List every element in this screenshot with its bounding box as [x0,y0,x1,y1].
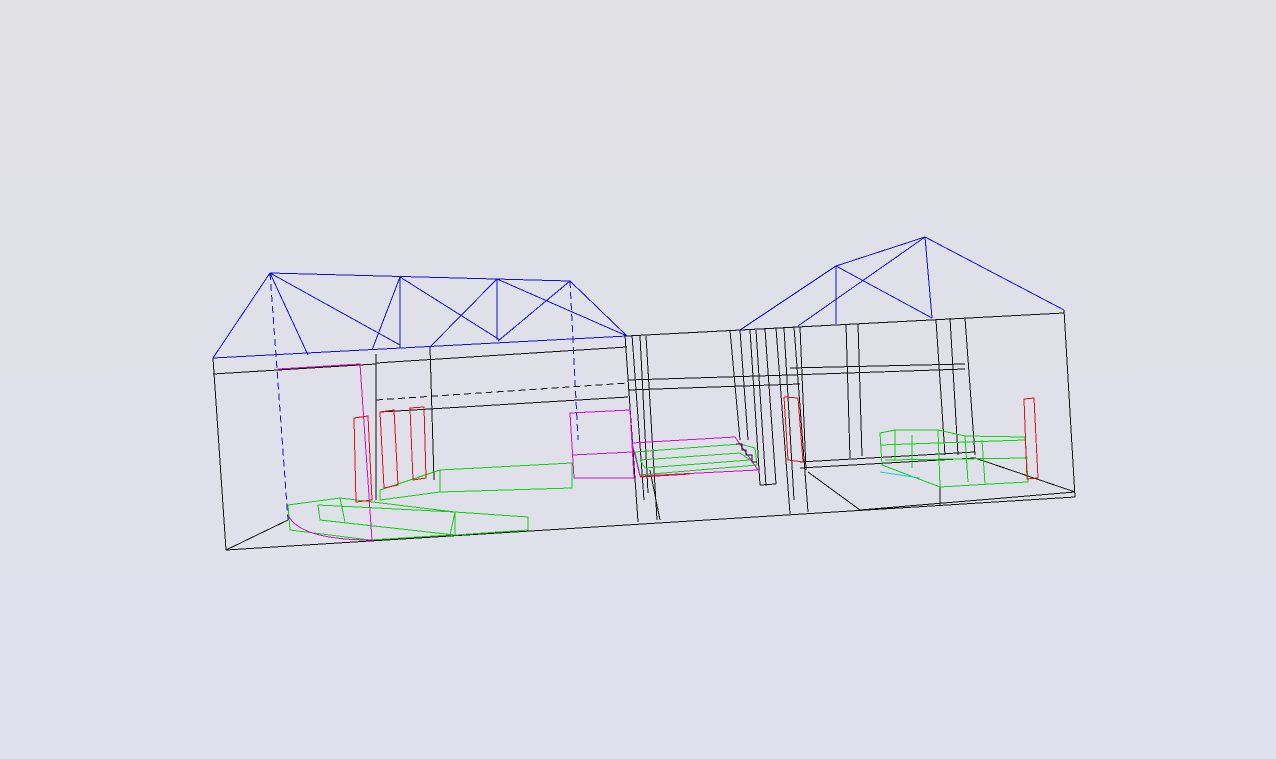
furniture-left-room [287,462,573,541]
house-wireframe-model[interactable] [0,0,1276,759]
window-right-wall [1023,397,1039,480]
floor-slab-accent [879,471,921,479]
furniture-right-room [879,429,1029,488]
roof-right [626,236,1065,337]
windows-middle-wall [639,396,804,478]
outer-walls [212,309,1076,551]
interior-walls [375,317,1076,523]
windows-left-wall [353,406,427,503]
door-left-arc [277,363,373,541]
3d-viewport[interactable] [0,0,1276,759]
furniture-middle-room [634,443,758,476]
roof-left [212,272,628,521]
